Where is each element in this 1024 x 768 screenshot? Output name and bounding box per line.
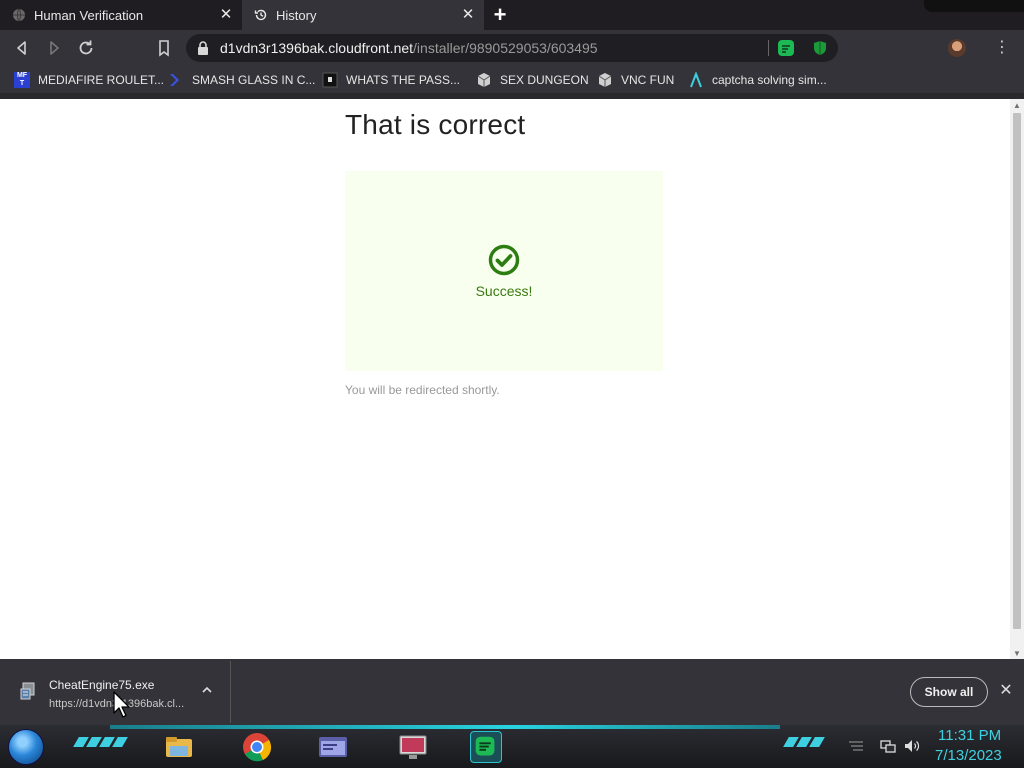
lambda-icon (690, 72, 702, 88)
bookmark-captcha-solving[interactable]: captcha solving sim... (688, 71, 827, 89)
file-explorer-icon[interactable] (163, 731, 195, 763)
close-icon[interactable]: ✕ (998, 683, 1014, 699)
monitor-app-icon[interactable] (397, 731, 429, 763)
close-icon[interactable]: ✕ (218, 7, 234, 23)
chrome-icon[interactable] (241, 731, 273, 763)
window-controls-decoration (924, 0, 1024, 12)
url-text[interactable]: d1vdn3r1396bak.cloudfront.net/installer/… (220, 40, 598, 56)
address-bar[interactable]: d1vdn3r1396bak.cloudfront.net/installer/… (186, 34, 838, 62)
tab-human-verification[interactable]: Human Verification ✕ (0, 0, 242, 30)
chevron-logo-icon (170, 74, 179, 86)
network-icon[interactable] (880, 739, 896, 753)
download-shelf: CheatEngine75.exe https://d1vdn3r1396bak… (0, 659, 1024, 725)
spotify-taskbar-button[interactable] (470, 731, 502, 763)
url-path: /installer/9890529053/603495 (413, 40, 598, 56)
new-tab-button[interactable]: + (488, 4, 512, 26)
tab-strip: Human Verification ✕ History ✕ + (0, 0, 1024, 30)
bookmark-sex-dungeon[interactable]: SEX DUNGEON (476, 71, 589, 89)
redirect-notice: You will be redirected shortly. (345, 383, 500, 397)
cube-icon (598, 73, 612, 87)
page-scrollbar[interactable]: ▲ ▼ (1010, 99, 1024, 659)
extension-divider (768, 40, 769, 56)
spotify-extension-icon[interactable] (778, 40, 794, 56)
scroll-up-icon[interactable]: ▲ (1013, 101, 1021, 110)
close-icon[interactable]: ✕ (460, 7, 476, 23)
taskbar: 11:31 PM 7/13/2023 (0, 725, 1024, 768)
bookmark-label: SMASH GLASS IN C... (192, 73, 316, 87)
scroll-down-icon[interactable]: ▼ (1013, 649, 1021, 658)
bookmark-whats-the-pass[interactable]: WHATS THE PASS... (322, 71, 460, 89)
volume-icon[interactable] (904, 739, 920, 753)
globe-icon (13, 8, 25, 22)
mediafire-icon: MF T (14, 72, 30, 88)
tab-title: Human Verification (34, 7, 144, 23)
bookmark-label: SEX DUNGEON (500, 73, 589, 87)
bookmark-smash-glass[interactable]: SMASH GLASS IN C... (168, 71, 315, 89)
lock-icon[interactable] (196, 40, 210, 56)
history-icon (254, 9, 267, 21)
profile-avatar[interactable] (948, 39, 966, 57)
menu-icon[interactable]: ⋮ (994, 38, 1010, 58)
bookmarks-bar: MF T MEDIAFIRE ROULET... SMASH GLASS IN C… (0, 66, 1024, 94)
shield-extension-icon[interactable] (812, 40, 828, 56)
stripes-tray-icon[interactable] (848, 739, 864, 753)
chevron-up-icon[interactable] (200, 683, 214, 697)
clock-date[interactable]: 7/13/2023 (935, 747, 1002, 764)
url-host: d1vdn3r1396bak.cloudfront.net (220, 40, 414, 56)
page-heading: That is correct (345, 109, 526, 140)
clock-time[interactable]: 11:31 PM (938, 727, 1001, 744)
bookmark-label: MEDIAFIRE ROULET... (38, 73, 165, 87)
bookmark-label: VNC FUN (621, 73, 675, 87)
bookmark-mediafire[interactable]: MF T MEDIAFIRE ROULET... (14, 71, 164, 89)
taskbar-accent (110, 725, 780, 729)
browser-toolbar: d1vdn3r1396bak.cloudfront.net/installer/… (0, 30, 1024, 66)
back-icon[interactable] (12, 38, 32, 58)
decorative-chevrons-right (783, 737, 825, 751)
success-message: Success! (475, 283, 533, 299)
bookmark-label: captcha solving sim... (712, 73, 827, 87)
scrollbar-thumb[interactable] (1013, 113, 1021, 629)
download-filename: CheatEngine75.exe (49, 678, 155, 692)
cube-icon (477, 73, 491, 87)
bookmark-icon[interactable] (154, 38, 174, 58)
start-button[interactable] (8, 729, 44, 765)
bookmark-label: WHATS THE PASS... (346, 73, 461, 87)
window-app-icon[interactable] (317, 731, 349, 763)
tab-history[interactable]: History ✕ (242, 0, 484, 30)
forward-icon[interactable] (44, 38, 64, 58)
tab-title: History (276, 7, 317, 23)
check-circle-icon (488, 244, 520, 276)
mouse-cursor-icon (113, 691, 130, 718)
square-logo-icon (322, 72, 338, 88)
decorative-chevrons-left (73, 737, 128, 751)
bookmark-vnc-fun[interactable]: VNC FUN (597, 71, 674, 89)
executable-file-icon (20, 682, 35, 700)
success-panel: Success! (345, 171, 663, 371)
show-all-button[interactable]: Show all (910, 677, 988, 707)
reload-icon[interactable] (76, 38, 96, 58)
spotify-icon (475, 736, 495, 756)
screen: Human Verification ✕ History ✕ + d1vdn3r… (0, 0, 1024, 768)
